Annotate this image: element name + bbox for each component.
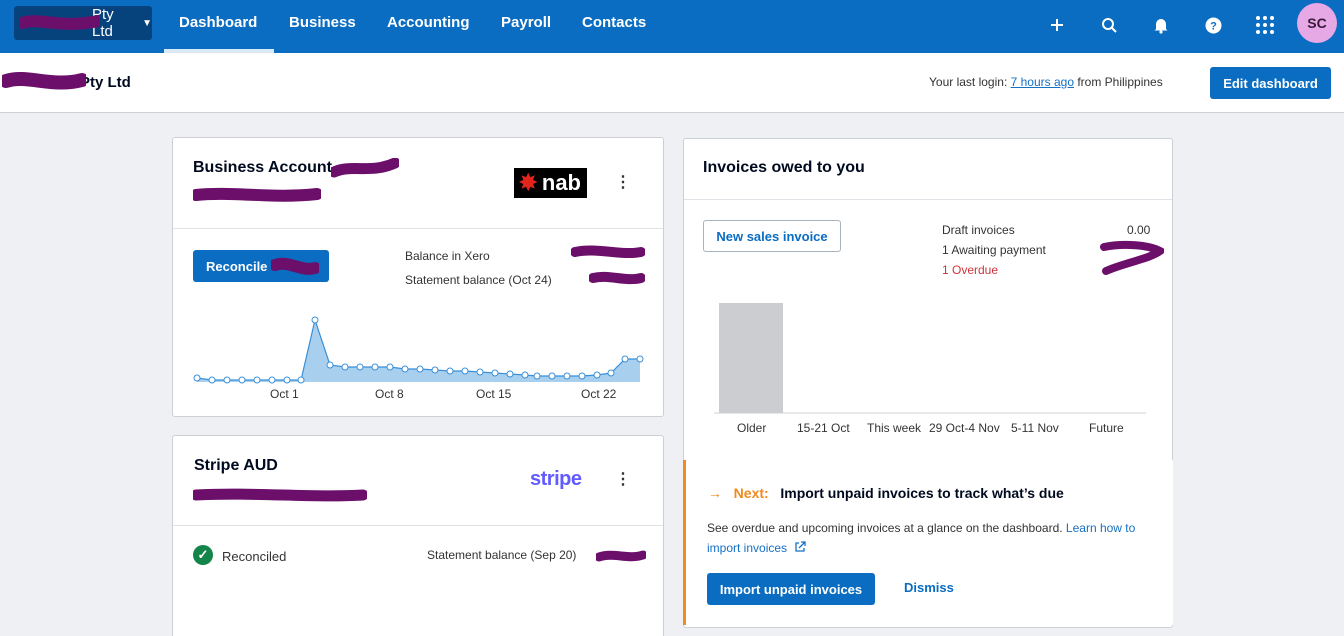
edit-dashboard-button[interactable]: Edit dashboard	[1210, 67, 1331, 99]
last-login-suffix: from Philippines	[1074, 75, 1163, 89]
stripe-account-title[interactable]: Stripe AUD	[194, 457, 278, 475]
chart-x-label: Oct 22	[581, 387, 617, 401]
next-step-description-text: See overdue and upcoming invoices at a g…	[707, 521, 1066, 535]
redaction-mark	[589, 271, 645, 285]
chart-x-label: Oct 15	[476, 387, 512, 401]
redaction-mark	[2, 71, 86, 90]
more-options-icon[interactable]: ⋮	[615, 173, 631, 193]
chevron-down-icon: ▼	[142, 17, 152, 29]
search-icon[interactable]	[1097, 13, 1121, 37]
draft-invoices-label[interactable]: Draft invoices	[942, 223, 1015, 237]
nab-logo-text: nab	[541, 170, 581, 195]
nav-dashboard[interactable]: Dashboard	[179, 14, 257, 31]
next-step-title: → Next: Import unpaid invoices to track …	[708, 485, 1064, 501]
last-login-link[interactable]: 7 hours ago	[1011, 75, 1074, 89]
redaction-mark	[271, 257, 319, 275]
bar-older[interactable]	[719, 303, 783, 413]
import-unpaid-invoices-button[interactable]: Import unpaid invoices	[707, 573, 875, 605]
bell-icon[interactable]	[1149, 13, 1173, 37]
balance-in-xero-label: Balance in Xero	[405, 249, 490, 263]
redaction-mark	[193, 187, 321, 202]
stripe-logo: stripe	[530, 468, 582, 490]
card-divider	[173, 228, 663, 229]
draft-invoices-value: 0.00	[1127, 223, 1151, 237]
overdue-label[interactable]: 1 Overdue	[942, 263, 998, 277]
nav-payroll[interactable]: Payroll	[501, 14, 551, 31]
redaction-mark	[571, 245, 645, 259]
invoices-owed-title[interactable]: Invoices owed to you	[703, 159, 865, 177]
chart-x-label: Oct 8	[375, 387, 404, 401]
card-divider	[684, 199, 1172, 200]
last-login-text: Your last login: 7 hours ago from Philip…	[929, 75, 1163, 89]
next-label: Next:	[733, 485, 769, 501]
user-avatar[interactable]: SC	[1297, 3, 1337, 43]
redaction-mark	[596, 550, 646, 562]
chart-category-label: This week	[867, 421, 922, 435]
reconcile-button-label: Reconcile	[206, 258, 268, 274]
new-sales-invoice-button[interactable]: New sales invoice	[703, 220, 841, 252]
chart-area	[197, 320, 640, 382]
stripe-statement-balance-label: Statement balance (Sep 20)	[427, 548, 577, 562]
stripe-account-card: Stripe AUD stripe ⋮ ✓ Reconciled Stateme…	[172, 435, 664, 636]
chart-category-label: 29 Oct-4 Nov	[929, 421, 1000, 435]
chart-category-label: Older	[737, 421, 767, 435]
reconciled-status: Reconciled	[222, 549, 287, 564]
page-header: Pty Ltd Your last login: 7 hours ago fro…	[0, 53, 1344, 113]
redaction-mark	[193, 488, 367, 502]
apps-grid-icon[interactable]	[1253, 13, 1277, 37]
chart-category-label: 15-21 Oct	[797, 421, 850, 435]
nav-contacts[interactable]: Contacts	[582, 14, 646, 31]
bank-account-title[interactable]: Business Account	[193, 159, 332, 177]
card-divider	[173, 525, 663, 526]
org-name-label: Pty Ltd	[80, 74, 131, 91]
next-step-panel: → Next: Import unpaid invoices to track …	[683, 460, 1173, 625]
redaction-mark	[20, 15, 100, 30]
bank-account-card: Business Account ✸ nab ⋮ Reconcile Balan…	[172, 137, 664, 417]
redaction-mark	[1100, 240, 1164, 275]
last-login-prefix: Your last login:	[929, 75, 1011, 89]
arrow-right-icon: →	[708, 485, 722, 501]
chart-category-label: 5-11 Nov	[1011, 421, 1059, 435]
check-circle-icon: ✓	[193, 545, 213, 565]
next-step-description: See overdue and upcoming invoices at a g…	[707, 518, 1147, 558]
help-icon[interactable]: ?	[1201, 13, 1225, 37]
chart-category-label: Future	[1089, 421, 1124, 435]
page-title: Pty Ltd	[2, 71, 131, 91]
invoices-aging-chart	[714, 303, 1146, 414]
chart-x-label: Oct 1	[270, 387, 299, 401]
nav-business[interactable]: Business	[289, 14, 356, 31]
balance-trend-chart	[193, 316, 644, 384]
nav-accounting[interactable]: Accounting	[387, 14, 470, 31]
redaction-mark	[331, 158, 399, 178]
statement-balance-label: Statement balance (Oct 24)	[405, 273, 552, 287]
more-options-icon[interactable]: ⋮	[615, 470, 631, 490]
next-step-heading: Import unpaid invoices to track what’s d…	[780, 485, 1064, 501]
nab-star-icon: ✸	[519, 170, 538, 195]
awaiting-payment-label[interactable]: 1 Awaiting payment	[942, 243, 1046, 257]
nab-bank-logo: ✸ nab	[514, 168, 587, 198]
org-switcher[interactable]: Pty Ltd ▼	[14, 6, 152, 40]
plus-icon[interactable]	[1045, 13, 1069, 37]
top-navigation-bar: Pty Ltd ▼ Dashboard Business Accounting …	[0, 0, 1344, 53]
external-link-icon[interactable]	[794, 541, 807, 553]
dismiss-button[interactable]: Dismiss	[904, 580, 954, 595]
svg-text:?: ?	[1210, 20, 1217, 32]
